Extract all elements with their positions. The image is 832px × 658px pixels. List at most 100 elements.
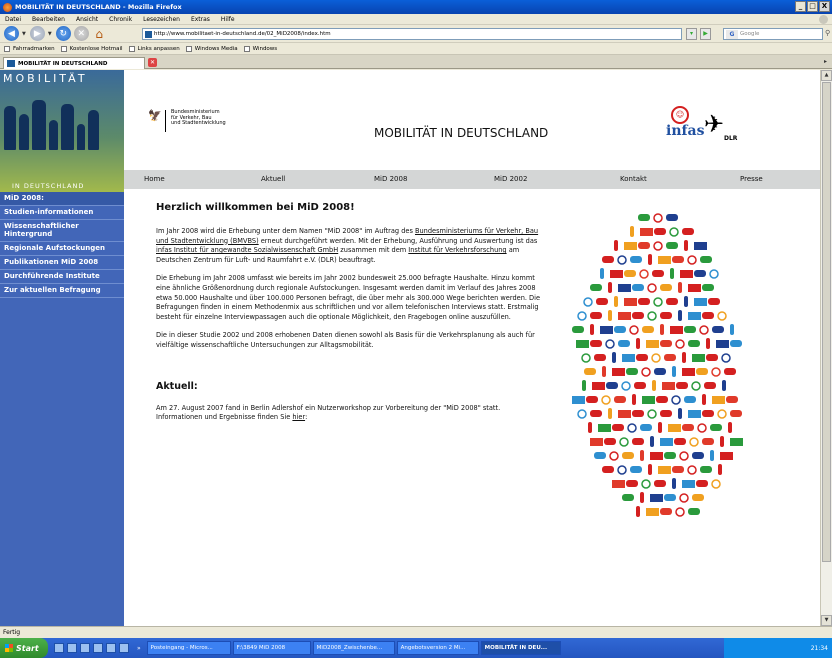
nav-mid2002[interactable]: MiD 2002	[494, 175, 527, 183]
taskbar-button-firefox[interactable]: MOBILITÄT IN DEU...	[480, 641, 561, 655]
home-button[interactable]: ⌂	[92, 26, 107, 41]
bmvbs-logo[interactable]: 🦅 Bundesministerium für Verkehr, Bau und…	[148, 109, 226, 132]
quick-launch-icon[interactable]	[67, 643, 77, 653]
taskbar-overflow-icon[interactable]: »	[137, 645, 141, 652]
bookmark-item[interactable]: Kostenlose Hotmail	[60, 45, 123, 52]
nav-mid2008[interactable]: MiD 2008	[374, 175, 407, 183]
car-icon	[590, 312, 602, 319]
bicycle-icon	[627, 423, 637, 433]
clock[interactable]: 21:34	[811, 645, 828, 652]
pedestrian-icon	[608, 310, 612, 321]
back-button[interactable]: ◀	[4, 26, 19, 41]
menu-hilfe[interactable]: Hilfe	[221, 16, 235, 23]
bus-icon	[650, 452, 663, 460]
nav-aktuell[interactable]: Aktuell	[261, 175, 285, 183]
car-icon	[630, 256, 642, 263]
forward-dropdown-icon[interactable]: ▼	[48, 31, 52, 37]
reload-button[interactable]: ↻	[55, 26, 71, 41]
start-button[interactable]: Start	[0, 638, 48, 658]
search-input[interactable]: G Google	[723, 28, 823, 40]
tab-close-icon[interactable]: ✕	[148, 58, 157, 67]
pedestrian-icon	[614, 296, 618, 307]
menu-extras[interactable]: Extras	[191, 16, 210, 23]
stop-button[interactable]: ✕	[73, 26, 89, 41]
bookmark-item[interactable]: Windows Media	[185, 45, 238, 52]
bus-icon	[694, 298, 707, 306]
minimize-button[interactable]: _	[795, 1, 806, 12]
dlr-institute-link[interactable]: Institut für Verkehrsforschung	[408, 246, 506, 254]
car-icon	[660, 312, 672, 319]
search-go-icon[interactable]: ⚲	[825, 29, 831, 39]
bicycle-icon	[717, 311, 727, 321]
dlr-logo[interactable]: ✈ DLR	[704, 112, 744, 148]
google-search-icon[interactable]: G	[726, 30, 738, 39]
window-title-bar[interactable]: MOBILITÄT IN DEUTSCHLAND - Mozilla Firef…	[0, 0, 832, 14]
sidebar: MOBILITÄT IN DEUTSCHLAND MiD 2008: Studi…	[0, 70, 124, 626]
taskbar-button-word2[interactable]: Angebotsversion 2 Mi...	[396, 641, 479, 655]
back-dropdown-icon[interactable]: ▼	[22, 31, 26, 37]
bicycle-icon	[687, 465, 697, 475]
mid-logo[interactable]: MOBILITÄT IN DEUTSCHLAND	[0, 70, 124, 192]
scroll-down-icon[interactable]: ▼	[821, 615, 832, 626]
window-title: MOBILITÄT IN DEUTSCHLAND - Mozilla Firef…	[15, 3, 182, 11]
scroll-up-icon[interactable]: ▲	[821, 70, 832, 81]
quick-launch-icon[interactable]	[119, 643, 129, 653]
sidebar-item-publikationen[interactable]: Publikationen MiD 2008	[0, 256, 124, 270]
bus-icon	[688, 284, 701, 292]
vertical-scrollbar[interactable]: ▲ ▼	[820, 70, 832, 626]
quick-launch-icon[interactable]	[106, 643, 116, 653]
menu-bearbeiten[interactable]: Bearbeiten	[32, 16, 65, 23]
pedestrian-icon	[602, 366, 606, 377]
taskbar-button-outlook[interactable]: Posteingang - Micros...	[146, 641, 231, 655]
tab-favicon-icon	[7, 60, 15, 67]
menu-ansicht[interactable]: Ansicht	[76, 16, 98, 23]
quick-launch	[54, 643, 129, 653]
bicycle-icon	[651, 353, 661, 363]
pedestrian-icon	[590, 324, 594, 335]
go-button[interactable]: ▶	[700, 28, 711, 40]
pedestrian-icon	[706, 338, 710, 349]
quick-launch-icon[interactable]	[93, 643, 103, 653]
nav-kontakt[interactable]: Kontakt	[620, 175, 647, 183]
sidebar-item-befragung[interactable]: Zur aktuellen Befragung	[0, 284, 124, 298]
menu-chronik[interactable]: Chronik	[109, 16, 132, 23]
sidebar-item-institute[interactable]: Durchführende Institute	[0, 270, 124, 284]
url-bar[interactable]: http://www.mobilitaet-in-deutschland.de/…	[142, 28, 682, 40]
bus-icon	[730, 438, 743, 446]
sidebar-item-aufstockungen[interactable]: Regionale Aufstockungen	[0, 242, 124, 256]
maximize-button[interactable]: □	[807, 1, 818, 12]
sidebar-item-studieninformationen[interactable]: Studien-informationen	[0, 206, 124, 220]
infas-link[interactable]: infas Institut für angewandte Sozialwiss…	[156, 246, 338, 254]
sidebar-item-hintergrund[interactable]: Wissenschaftlicher Hintergrund	[0, 220, 124, 242]
tab-label: MOBILITÄT IN DEUTSCHLAND	[18, 60, 108, 67]
scroll-thumb[interactable]	[822, 82, 831, 562]
forward-button[interactable]: ▶	[29, 26, 45, 41]
quick-launch-icon[interactable]	[54, 643, 64, 653]
quick-launch-icon[interactable]	[80, 643, 90, 653]
bicycle-icon	[711, 367, 721, 377]
car-icon	[654, 368, 666, 375]
car-icon	[632, 312, 644, 319]
url-dropdown-icon[interactable]: ▾	[686, 28, 697, 40]
menu-lesezeichen[interactable]: Lesezeichen	[143, 16, 180, 23]
nav-home[interactable]: Home	[144, 175, 165, 183]
bicycle-icon	[709, 269, 719, 279]
bookmarks-toolbar: Fahrradmarken Kostenlose Hotmail Links a…	[0, 43, 832, 55]
infas-logo[interactable]: ☺ infas	[666, 106, 704, 146]
bookmark-item[interactable]: Windows	[243, 45, 277, 52]
window-controls: _ □ X	[795, 1, 830, 12]
page-content: MOBILITÄT IN DEUTSCHLAND MiD 2008: Studi…	[0, 70, 820, 626]
tab-mobilitaet[interactable]: MOBILITÄT IN DEUTSCHLAND	[3, 57, 145, 69]
taskbar-button-word1[interactable]: MiD2008_Zwischenbe...	[312, 641, 395, 655]
close-button[interactable]: X	[819, 1, 830, 12]
bookmark-page-icon	[60, 45, 67, 52]
bookmark-item[interactable]: Fahrradmarken	[4, 45, 55, 52]
hier-link[interactable]: hier	[292, 413, 305, 421]
taskbar-button-folder[interactable]: F:\3849 MiD 2008	[232, 641, 311, 655]
bus-icon	[646, 340, 659, 348]
tab-list-icon[interactable]: ▸	[824, 58, 827, 65]
bus-icon	[662, 382, 675, 390]
menu-datei[interactable]: Datei	[5, 16, 21, 23]
bookmark-item[interactable]: Links anpassen	[128, 45, 180, 52]
nav-presse[interactable]: Presse	[740, 175, 763, 183]
